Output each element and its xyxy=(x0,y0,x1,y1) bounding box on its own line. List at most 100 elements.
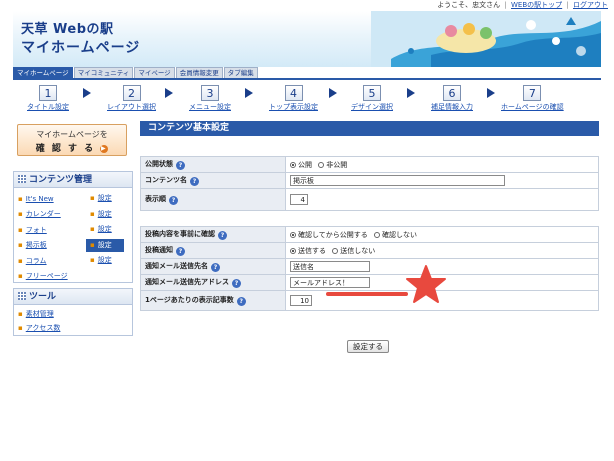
grid-icon xyxy=(18,292,26,300)
option-label: 確認してから公開する xyxy=(298,230,368,239)
step-number: 3 xyxy=(201,85,219,101)
step-label[interactable]: トップ表示設定 xyxy=(269,102,318,112)
step-3[interactable]: 3 メニュー設定 xyxy=(189,85,231,112)
step-6[interactable]: 6 補足情報入力 xyxy=(431,85,473,112)
main-tabs: マイホームページ マイコミュニティ マイページ 会員情報変更 タブ編集 xyxy=(13,67,258,78)
setting-link[interactable]: 設定 xyxy=(98,256,112,264)
site-logo[interactable]: 天草 Webの駅 xyxy=(21,18,114,37)
no-confirm-radio[interactable] xyxy=(374,231,381,238)
content-item-its-new[interactable]: It's New xyxy=(26,195,54,203)
table-row: 公開状態? 公開 非公開 xyxy=(140,156,599,173)
setting-link[interactable]: 設定 xyxy=(98,210,112,218)
step-number: 1 xyxy=(39,85,57,101)
list-item: ▪ 素材管理 xyxy=(14,307,132,321)
bullet-icon: ▪ xyxy=(18,241,23,250)
confirm-before-publish-radio[interactable] xyxy=(290,231,296,238)
field-label: 通知メール送信先アドレス xyxy=(145,278,229,286)
tool-material-management[interactable]: 素材管理 xyxy=(26,310,54,318)
notify-send-radio[interactable] xyxy=(290,247,296,254)
step-label[interactable]: ホームページの確認 xyxy=(501,102,564,112)
setting-link[interactable]: 設定 xyxy=(98,194,112,202)
option-label: 非公開 xyxy=(326,160,348,169)
step-label[interactable]: レイアウト選択 xyxy=(107,102,156,112)
table-row: 通知メール送信先名? 送信名 xyxy=(140,258,599,275)
bullet-icon: ▪ xyxy=(18,225,23,234)
step-4[interactable]: 4 トップ表示設定 xyxy=(269,85,318,112)
user-bar: ようこそ、忠文さん | WEBの駅トップ | ログアウト xyxy=(437,1,608,9)
step-arrow-icon xyxy=(165,88,173,98)
field-label: 表示順 xyxy=(145,195,166,203)
option-label: 送信しない xyxy=(340,246,376,255)
site-header: 天草 Webの駅 マイホームページ xyxy=(13,11,601,67)
tool-access-count[interactable]: アクセス数 xyxy=(26,324,61,332)
step-label[interactable]: タイトル設定 xyxy=(27,102,69,112)
list-item: ▪ カレンダー ▪ 設定 xyxy=(14,207,132,223)
field-label: コンテンツ名 xyxy=(145,176,187,184)
content-management-panel: コンテンツ管理 ▪ It's New ▪ 設定 ▪ カレンダー ▪ 設定 ▪ フォト ▪ 設… xyxy=(13,171,133,283)
bullet-icon: ▪ xyxy=(18,324,23,332)
panel-title: ツール xyxy=(29,292,57,302)
welcome-text: ようこそ、忠文さん xyxy=(437,1,501,9)
step-label[interactable]: デザイン選択 xyxy=(351,102,393,112)
table-row: 投稿通知? 送信する 送信しない xyxy=(140,242,599,259)
confirm-homepage-button[interactable]: マイホームページを 確 認 す る ▶ xyxy=(17,124,127,156)
confirm-button-line1: マイホームページを xyxy=(36,130,108,139)
bullet-icon: ▪ xyxy=(90,194,95,203)
list-item: ▪ It's New ▪ 設定 xyxy=(14,191,132,207)
content-name-input[interactable]: 掲示板 xyxy=(290,175,505,186)
help-icon[interactable]: ? xyxy=(169,196,178,205)
step-arrow-icon xyxy=(407,88,415,98)
step-label[interactable]: 補足情報入力 xyxy=(431,102,473,112)
field-label: 通知メール送信先名 xyxy=(145,262,208,270)
content-item-calendar[interactable]: カレンダー xyxy=(26,210,61,218)
mail-name-input[interactable]: 送信名 xyxy=(290,261,370,272)
step-number: 4 xyxy=(284,85,303,101)
display-order-input[interactable]: 4 xyxy=(290,194,308,205)
page-title: マイホームページ xyxy=(21,40,141,56)
step-1[interactable]: 1 タイトル設定 xyxy=(27,85,69,112)
help-icon[interactable]: ? xyxy=(190,177,199,186)
bullet-icon: ▪ xyxy=(18,272,23,281)
tab-my-homepage[interactable]: マイホームページ xyxy=(13,67,73,78)
step-label[interactable]: メニュー設定 xyxy=(189,102,231,112)
content-item-column[interactable]: コラム xyxy=(26,257,47,265)
publish-public-radio[interactable] xyxy=(290,161,296,168)
setting-link[interactable]: 設定 xyxy=(98,225,112,233)
panel-title: コンテンツ管理 xyxy=(29,175,93,185)
mail-address-input[interactable]: メールアドレス！ xyxy=(290,277,370,288)
step-number: 6 xyxy=(443,85,461,101)
help-icon[interactable]: ? xyxy=(211,263,220,272)
table-row: 表示順? 4 xyxy=(140,188,599,211)
help-icon[interactable]: ? xyxy=(176,247,185,256)
step-5[interactable]: 5 デザイン選択 xyxy=(351,85,393,112)
option-label: 送信する xyxy=(298,246,326,255)
bullet-icon: ▪ xyxy=(18,310,23,318)
notify-nosend-radio[interactable] xyxy=(332,247,339,254)
setting-link-active[interactable]: 設定 xyxy=(98,241,112,249)
help-icon[interactable]: ? xyxy=(218,231,227,240)
step-7[interactable]: 7 ホームページの確認 xyxy=(501,85,564,112)
tab-edit-tabs[interactable]: タブ編集 xyxy=(223,67,258,78)
step-2[interactable]: 2 レイアウト選択 xyxy=(107,85,156,112)
help-icon[interactable]: ? xyxy=(232,279,241,288)
tab-my-page[interactable]: マイページ xyxy=(134,67,175,78)
step-arrow-icon xyxy=(245,88,253,98)
tab-member-info[interactable]: 会員情報変更 xyxy=(175,67,223,78)
submit-settings-button[interactable]: 設定する xyxy=(347,340,389,353)
help-icon[interactable]: ? xyxy=(236,297,246,306)
help-icon[interactable]: ? xyxy=(176,161,185,170)
bullet-icon: ▪ xyxy=(90,240,95,249)
content-item-free-page[interactable]: フリーページ xyxy=(26,272,68,280)
logout-link[interactable]: ログアウト xyxy=(573,1,608,9)
content-item-photo[interactable]: フォト xyxy=(26,226,47,234)
list-item: ▪ フリーページ xyxy=(14,269,132,285)
per-page-input[interactable]: 10 xyxy=(290,295,312,306)
tab-my-community[interactable]: マイコミュニティ xyxy=(73,67,134,78)
web-station-top-link[interactable]: WEBの駅トップ xyxy=(511,1,562,9)
section-title: コンテンツ基本設定 xyxy=(140,121,599,136)
annotation-underline xyxy=(326,292,408,296)
publish-private-radio[interactable] xyxy=(318,161,325,168)
island-illustration-icon xyxy=(371,11,601,67)
confirm-button-line2: 確 認 す る xyxy=(35,144,96,154)
content-item-bulletin-board[interactable]: 掲示板 xyxy=(26,241,47,249)
